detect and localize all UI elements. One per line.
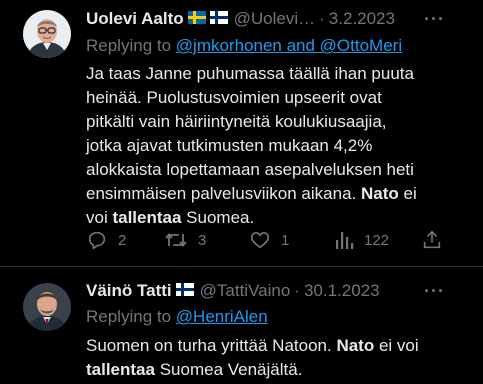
share-button[interactable] xyxy=(421,229,443,251)
tweet-body-bold: Nato xyxy=(336,336,375,355)
views-icon xyxy=(334,229,354,251)
tweet-body-text: Ja taas Janne puhumassa täällä ihan puut… xyxy=(86,64,414,203)
tweet-body-text: Suomea. xyxy=(181,208,255,227)
tweet-body-bold: tallentaa xyxy=(86,360,155,379)
reply-button[interactable]: 2 xyxy=(86,229,126,251)
retweet-button[interactable]: 3 xyxy=(164,229,206,251)
header-separator: · xyxy=(319,9,325,28)
avatar-vaino[interactable] xyxy=(23,283,71,331)
finland-flag-icon xyxy=(175,280,194,302)
more-options-icon[interactable]: ··· xyxy=(424,10,445,28)
tweet-date[interactable]: 3.2.2023 xyxy=(329,8,395,30)
views-button[interactable]: 122 xyxy=(334,229,389,251)
retweet-icon xyxy=(164,229,188,251)
header-separator: · xyxy=(294,281,300,300)
author-name[interactable]: Väinö Tatti xyxy=(86,280,172,302)
tweet-body-text: ei voi xyxy=(374,336,419,355)
tweet-body-bold: tallentaa xyxy=(112,208,182,227)
tweet-uolevi[interactable]: Uolevi Aalto @Uolevi… · 3.2.2023 ··· Rep… xyxy=(0,0,483,266)
replying-to-link[interactable]: @HenriAlen xyxy=(176,307,268,326)
like-button[interactable]: 1 xyxy=(249,229,289,251)
tweet-date[interactable]: 30.1.2023 xyxy=(304,280,380,302)
author-handle[interactable]: @TattiVaino xyxy=(200,280,291,302)
replying-to-prefix: Replying to xyxy=(86,36,176,55)
tweet-body: Suomen on turha yrittää Natoon. Nato ei … xyxy=(86,334,456,382)
tweet-body-text: Suomen on turha yrittää Natoon. xyxy=(86,336,337,355)
like-count: 1 xyxy=(281,231,290,249)
heart-icon xyxy=(249,229,271,251)
tweet-body-bold: Nato xyxy=(360,184,399,203)
author-handle[interactable]: @Uolevi… xyxy=(234,8,316,30)
replying-to: Replying to @HenriAlen xyxy=(86,306,268,328)
avatar-uolevi[interactable] xyxy=(23,10,71,58)
author-name[interactable]: Uolevi Aalto xyxy=(86,8,184,30)
more-options-icon[interactable]: ··· xyxy=(424,282,445,300)
tweet-vaino[interactable]: Väinö Tatti @TattiVaino · 30.1.2023 ··· … xyxy=(0,266,483,384)
sweden-flag-icon xyxy=(187,8,206,30)
tweet-actions: 2 3 1 122 xyxy=(86,229,446,253)
finland-flag-icon xyxy=(209,8,228,30)
replying-to-link[interactable]: @jmkorhonen and @OttoMeri xyxy=(176,36,402,55)
reply-count: 2 xyxy=(118,231,127,249)
replying-to-prefix: Replying to xyxy=(86,307,176,326)
reply-icon xyxy=(86,229,108,251)
replying-to: Replying to @jmkorhonen and @OttoMeri xyxy=(86,35,402,57)
retweet-count: 3 xyxy=(198,231,207,249)
tweet-body-text: Suomea Venäjältä. xyxy=(154,360,303,379)
views-count: 122 xyxy=(364,231,390,249)
share-icon xyxy=(421,229,443,251)
tweet-body: Ja taas Janne puhumassa täällä ihan puut… xyxy=(86,62,426,230)
